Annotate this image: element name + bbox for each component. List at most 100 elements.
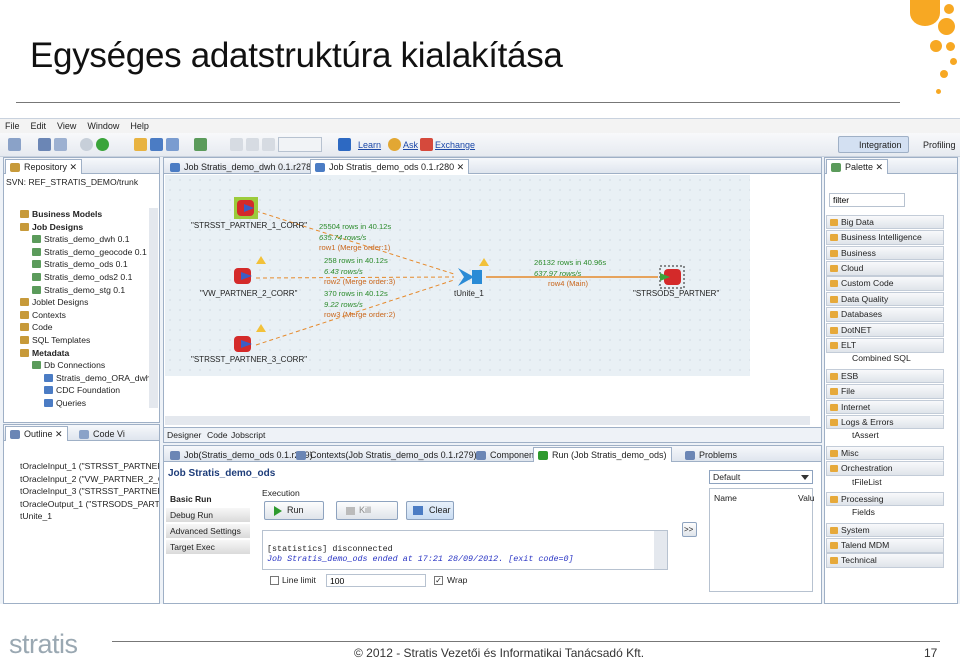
palette-category[interactable]: Data Quality	[826, 291, 944, 307]
repository-item[interactable]: Code	[6, 322, 148, 335]
palette-component[interactable]: tFileList	[826, 476, 944, 492]
console-scrollbar[interactable]	[654, 531, 667, 569]
exchange-link[interactable]: Exchange	[435, 140, 475, 150]
palette-component[interactable]: Fields	[826, 507, 944, 522]
repository-item[interactable]: Stratis_demo_geocode 0.1	[6, 247, 148, 260]
outline-item[interactable]: tOracleOutput_1 ("STRSODS_PARTNE	[20, 499, 159, 512]
palette-category[interactable]: Logs & Errors	[826, 414, 944, 430]
repository-item[interactable]: Stratis_demo_ods2 0.1	[6, 272, 148, 285]
learn-link[interactable]: Learn	[358, 140, 381, 150]
perspective-profiling[interactable]: Profiling	[902, 136, 960, 153]
tab-code[interactable]: Code	[207, 430, 228, 440]
palette-category[interactable]: Misc	[826, 445, 944, 461]
tab-bottom[interactable]: Run (Job Stratis_demo_ods)	[533, 447, 672, 462]
tab-palette[interactable]: Palette ✕	[826, 159, 889, 174]
palette-category[interactable]: Business	[826, 245, 944, 261]
palette-category[interactable]: Databases	[826, 307, 944, 322]
toolbar: Learn Ask Exchange Integration Profiling	[0, 133, 960, 157]
repository-item[interactable]: Stratis_demo_ORA_dwh	[6, 373, 151, 386]
import-icon[interactable]	[166, 138, 179, 151]
outline-item[interactable]: tOracleInput_3 ("STRSST_PARTNER_3	[20, 486, 159, 499]
editor-panel: Job Stratis_demo_dwh 0.1.r278 Job Strati…	[163, 157, 822, 443]
tab-bottom[interactable]: Problems	[680, 447, 742, 462]
menu-help[interactable]: Help	[130, 121, 149, 131]
palette-component[interactable]: Combined SQL	[826, 353, 944, 368]
repository-item[interactable]: Stratis_demo_stg 0.1	[6, 285, 148, 298]
palette-category[interactable]: Processing	[826, 491, 944, 507]
palette-filter-input[interactable]	[829, 193, 905, 207]
run-side-tab[interactable]: Debug Run	[166, 508, 250, 523]
new-icon[interactable]	[8, 138, 21, 151]
menu-file[interactable]: File	[5, 121, 20, 131]
perspective-integration[interactable]: Integration	[838, 136, 909, 153]
save-all-icon[interactable]	[54, 138, 67, 151]
menu-window[interactable]: Window	[87, 121, 119, 131]
search-icon[interactable]	[80, 138, 93, 151]
unite-component[interactable]	[458, 268, 482, 286]
edit-icon[interactable]	[134, 138, 147, 151]
tab-bottom[interactable]: Contexts(Job Stratis_demo_ods 0.1.r279)	[291, 447, 482, 462]
palette-category[interactable]: Big Data	[826, 214, 944, 230]
run-button[interactable]: Run	[264, 501, 324, 520]
save-icon[interactable]	[38, 138, 51, 151]
kill-button[interactable]: Kill	[336, 501, 398, 520]
expand-button[interactable]: >>	[682, 522, 697, 537]
input-component-2[interactable]	[234, 268, 252, 284]
tab-code-view[interactable]: Code Vi	[74, 426, 130, 441]
run-side-tab[interactable]: Advanced Settings	[166, 524, 250, 539]
context-select[interactable]: Default	[709, 470, 813, 484]
outline-item[interactable]: tOracleInput_2 ("VW_PARTNER_2_CO	[20, 474, 159, 487]
run-icon[interactable]	[96, 138, 109, 151]
repository-item[interactable]: Business Models	[6, 209, 148, 222]
line-limit-input[interactable]	[326, 574, 426, 587]
repository-item[interactable]: Stratis_demo_dwh 0.1	[6, 234, 148, 247]
repository-item[interactable]: Db Connections	[6, 360, 148, 373]
repository-scrollbar[interactable]	[149, 208, 158, 408]
export-icon[interactable]	[150, 138, 163, 151]
palette-category[interactable]: DotNET	[826, 322, 944, 338]
ask-link[interactable]: Ask	[403, 140, 418, 150]
palette-category[interactable]: Cloud	[826, 261, 944, 276]
repository-item[interactable]: Stratis_demo_ods 0.1	[6, 259, 148, 272]
palette-category[interactable]: Custom Code	[826, 276, 944, 291]
repository-item[interactable]: SQL Templates	[6, 335, 148, 348]
palette-category[interactable]: Business Intelligence	[826, 230, 944, 245]
menu-view[interactable]: View	[57, 121, 76, 131]
outline-item[interactable]: tUnite_1	[20, 511, 159, 524]
palette-category[interactable]: Orchestration	[826, 461, 944, 476]
input-component-1[interactable]	[234, 197, 258, 219]
repository-item[interactable]: Job Designs	[6, 222, 148, 235]
zoom-field[interactable]	[278, 137, 322, 152]
palette-category[interactable]: Technical	[826, 553, 944, 568]
line-limit-checkbox[interactable]	[270, 576, 279, 585]
repository-item[interactable]: Queries	[6, 398, 148, 411]
tab-repository[interactable]: Repository ✕	[5, 159, 83, 174]
check-icon[interactable]	[230, 138, 243, 151]
palette-category[interactable]: File	[826, 384, 944, 399]
repository-item[interactable]: CDC Foundation	[6, 385, 148, 398]
palette-category[interactable]: System	[826, 522, 944, 538]
tab-bottom[interactable]: Component	[471, 447, 542, 462]
palette-component[interactable]: tAssert	[826, 430, 944, 445]
run-side-tab[interactable]: Basic Run	[166, 492, 250, 507]
input-component-3[interactable]	[234, 336, 252, 352]
palette-category[interactable]: Internet	[826, 399, 944, 415]
repository-item[interactable]: Contexts	[6, 310, 148, 323]
back-icon[interactable]	[246, 138, 259, 151]
tab-jobscript[interactable]: Jobscript	[231, 430, 265, 440]
repository-item[interactable]: Metadata	[6, 348, 148, 361]
tab-designer[interactable]: Designer	[167, 430, 201, 440]
components-icon[interactable]	[194, 138, 207, 151]
tab-outline[interactable]: Outline ✕	[5, 426, 68, 441]
palette-category[interactable]: ELT	[826, 338, 944, 353]
run-side-tab[interactable]: Target Exec	[166, 540, 250, 555]
clear-button[interactable]: Clear	[406, 501, 454, 520]
wrap-checkbox[interactable]: ✓	[434, 576, 443, 585]
outline-item[interactable]: tOracleInput_1 ("STRSST_PARTNER_1	[20, 461, 159, 474]
palette-category[interactable]: Talend MDM	[826, 538, 944, 553]
menu-edit[interactable]: Edit	[31, 121, 47, 131]
repository-item[interactable]: Joblet Designs	[6, 297, 148, 310]
forward-icon[interactable]	[262, 138, 275, 151]
palette-category[interactable]: ESB	[826, 368, 944, 384]
output-component[interactable]	[659, 265, 685, 289]
